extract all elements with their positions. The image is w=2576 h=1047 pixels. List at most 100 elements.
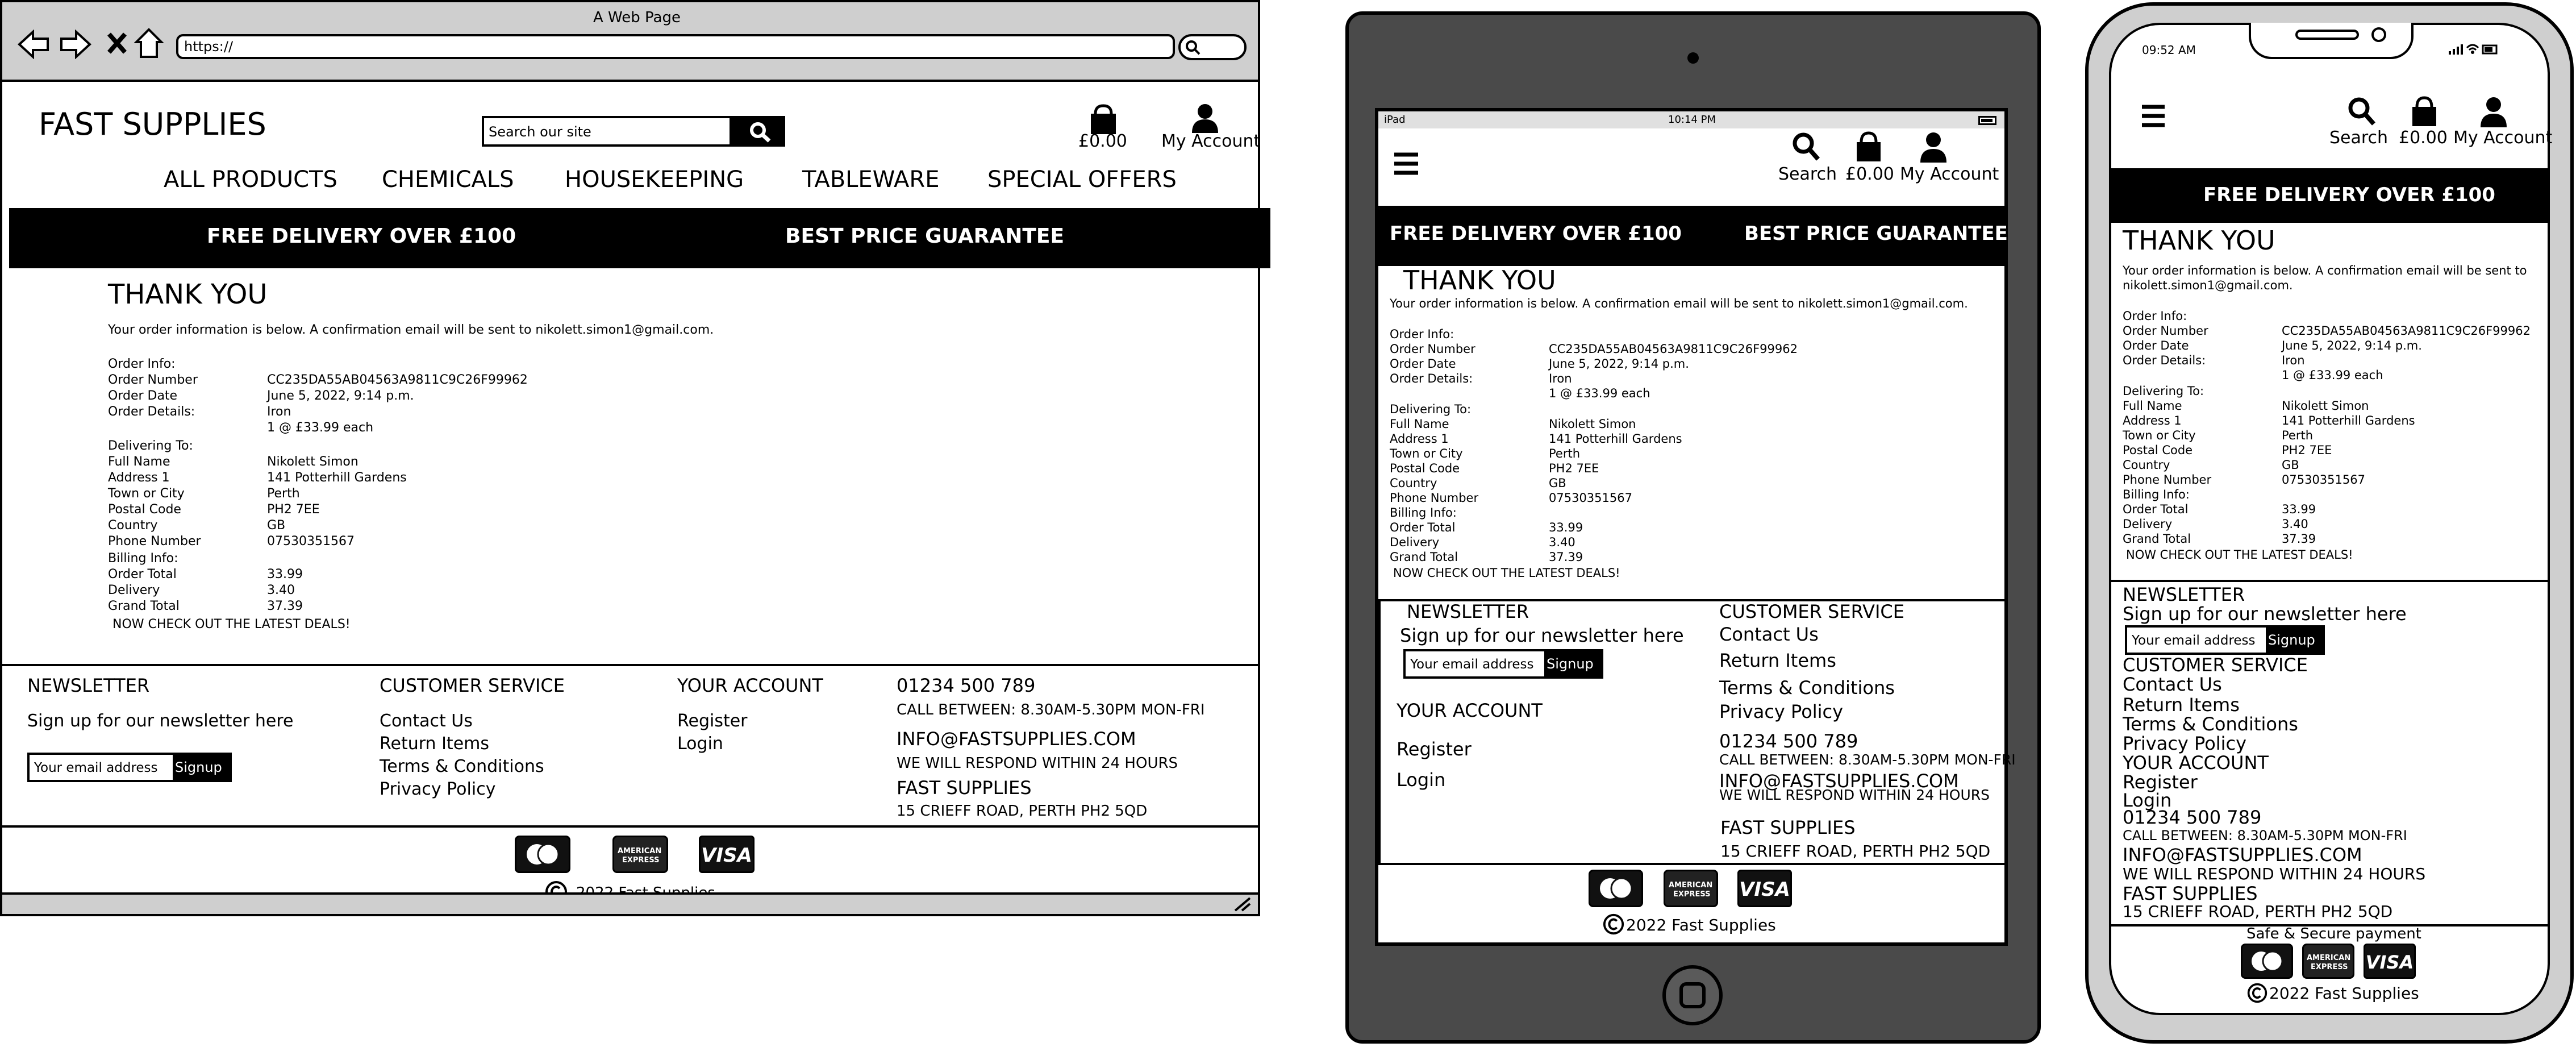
shopping-bag-icon[interactable] xyxy=(1087,103,1119,135)
phone-shopping-bag-icon[interactable] xyxy=(2409,95,2440,127)
register-link[interactable]: Register xyxy=(677,713,748,730)
country-value: GB xyxy=(267,518,286,533)
phone-delivery-value: 3.40 xyxy=(2282,517,2308,531)
phone-contact-email[interactable]: INFO@FASTSUPPLIES.COM xyxy=(2123,846,2362,864)
tablet-login-link[interactable]: Login xyxy=(1397,771,1445,789)
tablet-status-left: iPad xyxy=(1384,114,1406,126)
tablet-newsletter-email-input[interactable]: Your email address xyxy=(1403,649,1547,679)
tablet-camera xyxy=(1687,52,1699,64)
close-icon[interactable] xyxy=(106,31,128,56)
order-number-value: CC235DA55AB04563A9811C9C26F99962 xyxy=(267,373,528,387)
shopping-bag-icon[interactable] xyxy=(1853,131,1884,163)
home-icon[interactable] xyxy=(134,27,164,59)
phone-order-total-value: 33.99 xyxy=(2282,502,2316,516)
tablet-register-link[interactable]: Register xyxy=(1397,740,1472,758)
phone-cart-total[interactable]: £0.00 xyxy=(2399,130,2448,147)
nav-housekeeping[interactable]: HOUSEKEEPING xyxy=(565,168,744,191)
phone-hamburger-menu-icon[interactable] xyxy=(2140,103,2167,128)
company-name: FAST SUPPLIES xyxy=(897,777,1032,799)
nav-tableware[interactable]: TABLEWARE xyxy=(802,168,939,191)
tablet-home-button[interactable] xyxy=(1662,965,1723,1025)
order-intro: Your order information is below. A confi… xyxy=(108,323,714,337)
resize-handle-icon[interactable] xyxy=(1233,896,1252,912)
user-icon[interactable] xyxy=(1919,131,1948,163)
tablet-order-details-label: Order Details: xyxy=(1390,372,1473,385)
tablet-address-label: Address 1 xyxy=(1390,432,1449,446)
phone-account-label[interactable]: My Account xyxy=(2453,130,2552,147)
phone-order-number-label: Order Number xyxy=(2123,324,2208,338)
phone-visa-icon: VISA xyxy=(2364,944,2416,979)
tablet-company-address: 15 CRIEFF ROAD, PERTH PH2 5QD xyxy=(1720,842,1991,861)
phone-secure-payment: Safe & Secure payment xyxy=(2246,925,2421,942)
tablet-cs-contact-link[interactable]: Contact Us xyxy=(1719,625,1819,643)
login-link[interactable]: Login xyxy=(677,736,723,753)
phone-amex-line1: AMERICAN xyxy=(2307,954,2351,962)
cart-total[interactable]: £0.00 xyxy=(1078,133,1127,150)
phone-cs-terms-link[interactable]: Terms & Conditions xyxy=(2123,715,2298,733)
tablet-cs-return-link[interactable]: Return Items xyxy=(1719,651,1836,670)
tablet-newsletter-text: Sign up for our newsletter here xyxy=(1400,625,1684,646)
forward-arrow-icon[interactable] xyxy=(59,30,92,59)
cs-contact-link[interactable]: Contact Us xyxy=(380,713,473,730)
phone-cs-return-link[interactable]: Return Items xyxy=(2123,696,2240,714)
search-button[interactable] xyxy=(731,116,785,147)
phone-order-total-label: Order Total xyxy=(2123,502,2189,516)
brand-logo[interactable]: FAST SUPPLIES xyxy=(39,109,266,140)
phone-search-label[interactable]: Search xyxy=(2329,130,2388,147)
order-details-label: Order Details: xyxy=(108,405,195,419)
nav-all-products[interactable]: ALL PRODUCTS xyxy=(164,168,337,191)
phone-register-link[interactable]: Register xyxy=(2123,773,2198,791)
home-button-square xyxy=(1679,982,1706,1008)
search-input[interactable]: Search our site xyxy=(482,116,732,147)
newsletter-email-input[interactable]: Your email address xyxy=(27,753,175,782)
tablet-cs-terms-link[interactable]: Terms & Conditions xyxy=(1719,679,1895,697)
tablet-cart-total[interactable]: £0.00 xyxy=(1845,166,1894,183)
tablet-full-name-label: Full Name xyxy=(1390,417,1449,431)
grand-total-label: Grand Total xyxy=(108,599,180,613)
phone-delivery-label: Delivery xyxy=(2123,517,2173,531)
nav-special-offers[interactable]: SPECIAL OFFERS xyxy=(987,168,1177,191)
tablet-address-value: 141 Potterhill Gardens xyxy=(1549,432,1682,446)
search-icon xyxy=(750,122,771,143)
tablet-latest-deals-link[interactable]: NOW CHECK OUT THE LATEST DEALS! xyxy=(1393,567,1620,579)
phone-order-intro-1: Your order information is below. A confi… xyxy=(2123,264,2527,277)
account-label[interactable]: My Account xyxy=(1161,133,1260,150)
user-icon[interactable] xyxy=(1191,102,1219,133)
latest-deals-link[interactable]: NOW CHECK OUT THE LATEST DEALS! xyxy=(112,618,351,631)
phone-signup-button[interactable]: Signup xyxy=(2266,625,2325,655)
phone-amex-icon: AMERICAN EXPRESS xyxy=(2302,944,2354,979)
contact-respond: WE WILL RESPOND WITHIN 24 HOURS xyxy=(897,755,1178,772)
tablet-customer-service-title: CUSTOMER SERVICE xyxy=(1719,601,1904,622)
phone-speaker xyxy=(2295,30,2359,40)
phone-latest-deals-link[interactable]: NOW CHECK OUT THE LATEST DEALS! xyxy=(2126,549,2353,561)
tablet-mastercard-icon xyxy=(1589,870,1643,907)
url-bar[interactable]: https:// xyxy=(176,34,1175,59)
cs-privacy-link[interactable]: Privacy Policy xyxy=(380,781,495,798)
contact-email[interactable]: INFO@FASTSUPPLIES.COM xyxy=(897,730,1136,748)
signup-button[interactable]: Signup xyxy=(173,753,232,782)
phone-search-icon[interactable] xyxy=(2346,95,2377,127)
phone-cs-contact-link[interactable]: Contact Us xyxy=(2123,675,2222,693)
tablet-account-label[interactable]: My Account xyxy=(1900,166,1999,183)
cs-terms-link[interactable]: Terms & Conditions xyxy=(380,758,544,775)
visa-icon: VISA xyxy=(699,836,755,873)
free-delivery-text: FREE DELIVERY OVER £100 xyxy=(207,225,516,248)
phone-email-placeholder: Your email address xyxy=(2132,633,2256,648)
phone-cs-privacy-link[interactable]: Privacy Policy xyxy=(2123,734,2246,753)
search-icon xyxy=(1186,40,1201,55)
mastercard-icon xyxy=(515,836,570,873)
phone-user-icon[interactable] xyxy=(2479,95,2508,127)
phone-value: 07530351567 xyxy=(267,534,355,549)
cs-return-link[interactable]: Return Items xyxy=(380,736,489,753)
phone-grand-total-label: Grand Total xyxy=(2123,532,2191,546)
nav-chemicals[interactable]: CHEMICALS xyxy=(382,168,514,191)
tablet-search-label[interactable]: Search xyxy=(1778,166,1837,183)
account-title: YOUR ACCOUNT xyxy=(677,675,823,696)
hamburger-menu-icon[interactable] xyxy=(1392,150,1420,177)
back-arrow-icon[interactable] xyxy=(17,30,50,59)
tablet-signup-button[interactable]: Signup xyxy=(1544,649,1603,679)
order-total-label: Order Total xyxy=(108,567,177,581)
tablet-cs-privacy-link[interactable]: Privacy Policy xyxy=(1719,703,1843,721)
phone-newsletter-email-input[interactable]: Your email address xyxy=(2125,625,2268,655)
search-icon[interactable] xyxy=(1791,131,1821,163)
